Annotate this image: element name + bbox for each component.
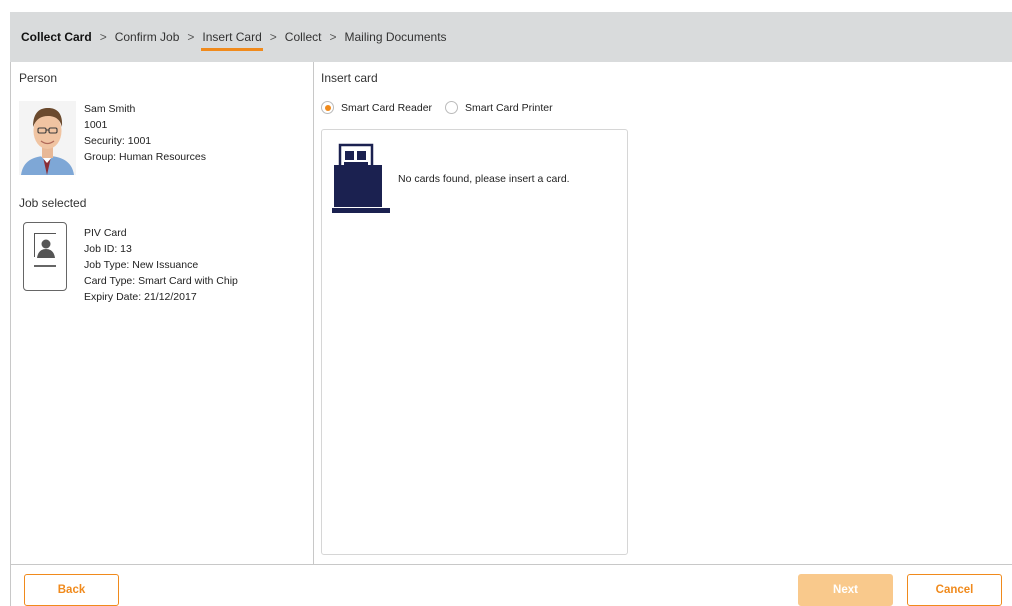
cancel-button[interactable]: Cancel [907,574,1002,606]
no-cards-message: No cards found, please insert a card. [398,173,570,185]
job-details: PIV Card Job ID: 13 Job Type: New Issuan… [84,225,238,305]
card-line [34,265,56,267]
smart-card-printer-radio[interactable] [445,101,459,114]
card-reader-icon [332,143,392,215]
person-id: 1001 [84,119,108,131]
smart-card-printer-label[interactable]: Smart Card Printer [465,102,553,114]
back-button[interactable]: Back [24,574,119,606]
smart-card-reader-radio[interactable] [321,101,334,114]
person-details: Sam Smith 1001 Security: 1001 Group: Hum… [84,101,206,165]
card-icon [23,222,67,291]
card-photo-placeholder [34,233,57,258]
person-security: Security: 1001 [84,135,152,147]
job-card-type: Card Type: Smart Card with Chip [84,275,238,287]
breadcrumb-separator: > [329,30,337,44]
insert-card-section-label: Insert card [321,71,378,85]
smart-card-reader-label[interactable]: Smart Card Reader [341,102,432,114]
job-type: Job Type: New Issuance [84,259,199,271]
breadcrumb-collect[interactable]: Collect [284,30,323,44]
column-divider [313,62,314,564]
breadcrumb-separator: > [269,30,277,44]
footer-divider [10,564,1012,565]
breadcrumb-insert-card[interactable]: Insert Card [201,30,264,51]
breadcrumb: Collect Card > Confirm Job > Insert Card… [10,12,1012,62]
person-section-label: Person [19,71,58,85]
reader-selection: Smart Card Reader Smart Card Printer [321,101,566,114]
top-strip [0,0,1012,12]
next-button[interactable]: Next [798,574,893,606]
job-section-label: Job selected [19,196,87,210]
job-card-name: PIV Card [84,227,127,239]
job-id: Job ID: 13 [84,243,132,255]
person-photo [19,101,76,175]
breadcrumb-separator: > [187,30,195,44]
breadcrumb-separator: > [99,30,107,44]
job-expiry-date: Expiry Date: 21/12/2017 [84,291,197,303]
person-group: Group: Human Resources [84,151,206,163]
breadcrumb-collect-card[interactable]: Collect Card [20,30,93,44]
breadcrumb-confirm-job[interactable]: Confirm Job [114,30,181,44]
breadcrumb-mailing-documents[interactable]: Mailing Documents [343,30,447,44]
left-divider [10,62,11,606]
card-reader-panel: No cards found, please insert a card. [321,129,628,555]
person-name: Sam Smith [84,103,136,115]
